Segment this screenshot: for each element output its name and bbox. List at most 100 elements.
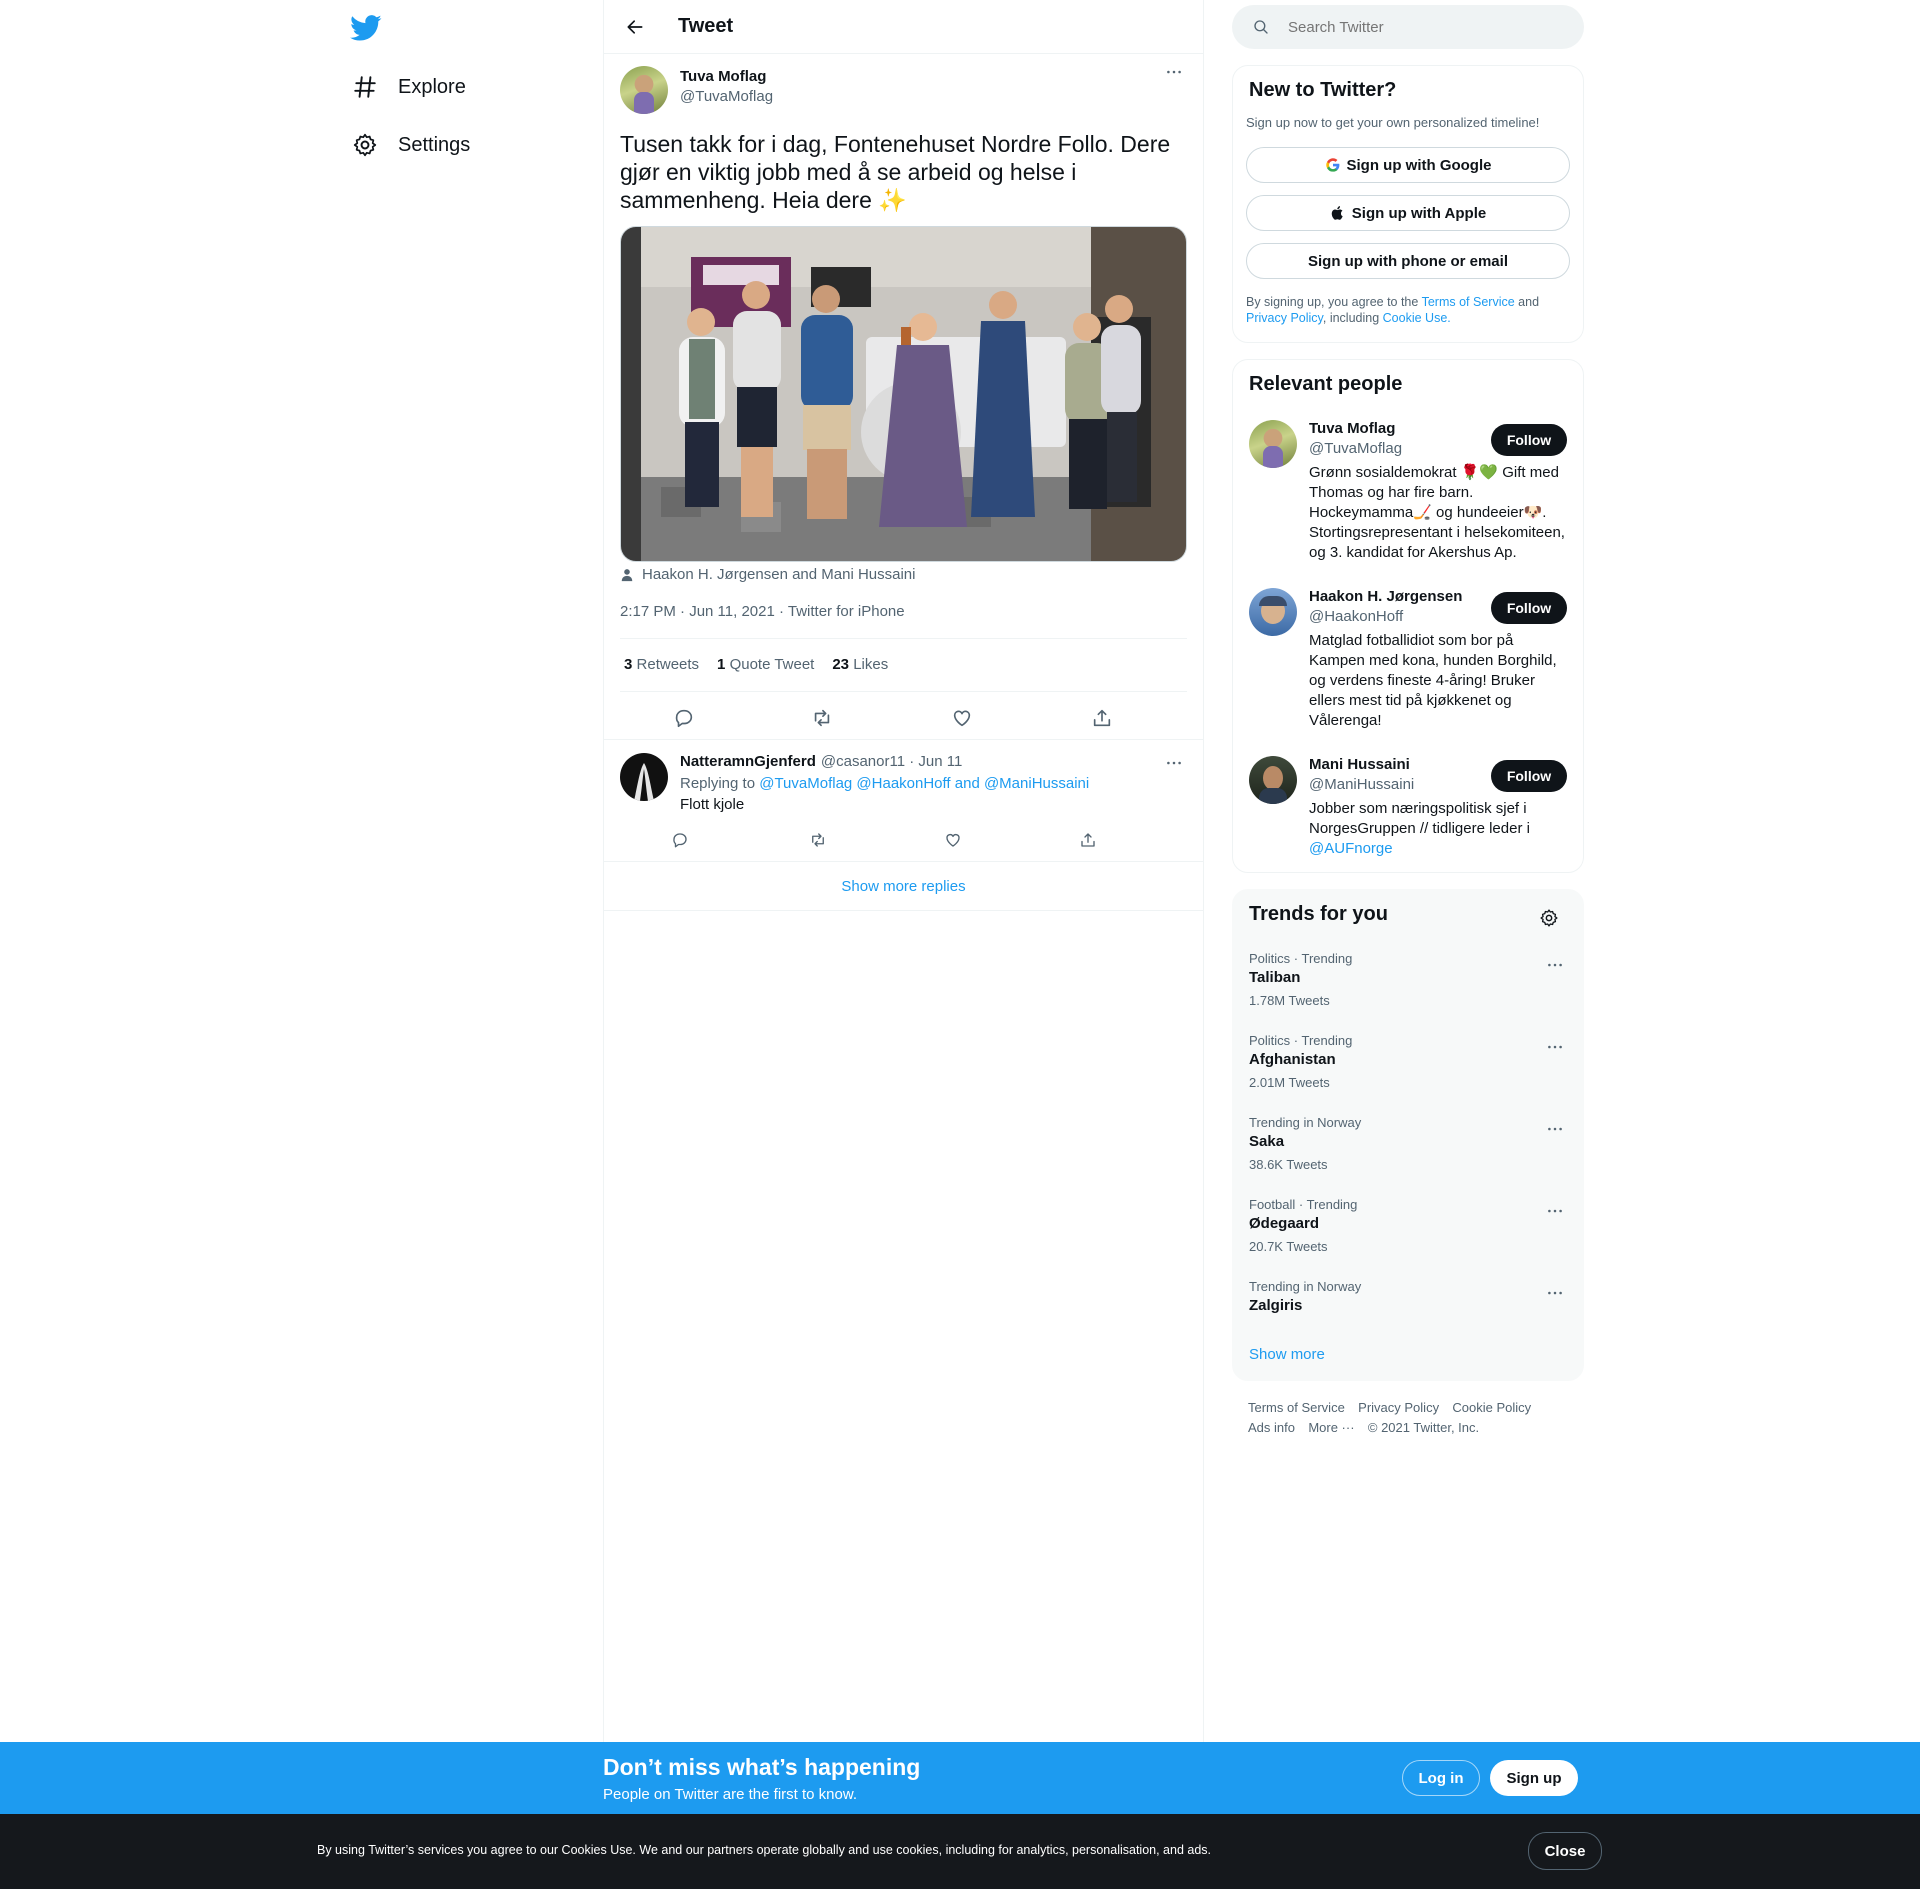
quote-tweets-stat[interactable]: 1 Quote Tweet [717, 656, 814, 673]
page-header: Tweet [604, 0, 1203, 54]
show-more-replies-link[interactable]: Show more replies [604, 862, 1203, 911]
main-tweet: Tuva Moflag @TuvaMoflag Tusen takk for i… [604, 54, 1203, 738]
divider [620, 691, 1187, 692]
retweets-stat[interactable]: 3 Retweets [624, 656, 699, 673]
tagged-people[interactable]: Haakon H. Jørgensen and Mani Hussaini [620, 566, 915, 583]
person-name[interactable]: Mani Hussaini [1309, 756, 1410, 773]
trends-card: Trends for you Politics · Trending Talib… [1232, 889, 1584, 1381]
trend-item[interactable]: Politics · Trending Taliban 1.78M Tweets [1233, 951, 1583, 1018]
follow-button[interactable]: Follow [1491, 424, 1567, 456]
person-handle[interactable]: @HaakonHoff [1309, 608, 1403, 625]
trends-show-more-link[interactable]: Show more [1249, 1346, 1325, 1363]
more-options-icon[interactable] [1543, 955, 1567, 975]
signup-card-title: New to Twitter? [1249, 79, 1397, 101]
footer-more-link[interactable]: More ··· [1308, 1420, 1354, 1435]
twitter-logo-icon[interactable] [350, 12, 382, 44]
more-options-icon[interactable] [1543, 1037, 1567, 1057]
trend-item[interactable]: Politics · Trending Afghanistan 2.01M Tw… [1233, 1033, 1583, 1100]
author-name[interactable]: Tuva Moflag [680, 68, 766, 85]
signup-button[interactable]: Sign up [1490, 1760, 1578, 1796]
trend-count: 1.78M Tweets [1249, 993, 1330, 1008]
trend-item[interactable]: Football · Trending Ødegaard 20.7K Tweet… [1233, 1197, 1583, 1264]
reply-meta: @casanor11 · Jun 11 [820, 753, 963, 770]
more-options-icon[interactable] [1160, 62, 1188, 82]
person-row[interactable]: Mani Hussaini @ManiHussaini Follow Jobbe… [1233, 756, 1583, 866]
share-icon [1093, 709, 1111, 727]
signup-apple-button[interactable]: Sign up with Apple [1246, 195, 1570, 231]
apple-logo-icon [1331, 206, 1343, 220]
trends-settings-button[interactable] [1533, 902, 1565, 934]
tweet-text: Tusen takk for i dag, Fontenehuset Nordr… [620, 131, 1171, 213]
share-button[interactable] [1084, 700, 1120, 736]
reply-header: NatteramnGjenferd @casanor11 · Jun 11 [680, 753, 962, 770]
person-name[interactable]: Tuva Moflag [1309, 420, 1395, 437]
trends-title: Trends for you [1249, 903, 1388, 925]
terms-link[interactable]: Terms of Service [1422, 295, 1515, 309]
trend-context: Politics · Trending [1249, 1033, 1353, 1048]
footer-privacy-link[interactable]: Privacy Policy [1358, 1400, 1439, 1415]
retweet-button[interactable] [804, 700, 840, 736]
signup-phone-email-button[interactable]: Sign up with phone or email [1246, 243, 1570, 279]
reply-tweet[interactable]: NatteramnGjenferd @casanor11 · Jun 11 Re… [604, 740, 1203, 862]
cookie-text: By using Twitter’s services you agree to… [317, 1843, 1212, 1857]
sidebar-footer: Terms of Service Privacy Policy Cookie P… [1248, 1398, 1578, 1438]
avatar[interactable] [1249, 756, 1297, 804]
footer-cookie-link[interactable]: Cookie Policy [1452, 1400, 1531, 1415]
trend-context: Trending in Norway [1249, 1279, 1362, 1294]
trend-item[interactable]: Trending in Norway Zalgiris [1233, 1279, 1583, 1346]
page-title: Tweet [678, 15, 734, 37]
tweet-timestamp[interactable]: 2:17 PM · Jun 11, 2021 · Twitter for iPh… [620, 603, 905, 620]
footer-ads-info-link[interactable]: Ads info [1248, 1420, 1295, 1435]
like-button[interactable] [939, 828, 967, 852]
person-row[interactable]: Tuva Moflag @TuvaMoflag Follow Grønn sos… [1233, 420, 1583, 570]
nav-item-explore[interactable]: Explore [340, 63, 478, 111]
avatar[interactable] [620, 753, 668, 801]
follow-button[interactable]: Follow [1491, 760, 1567, 792]
login-button[interactable]: Log in [1402, 1760, 1480, 1796]
person-row[interactable]: Haakon H. Jørgensen @HaakonHoff Follow M… [1233, 588, 1583, 738]
replying-to-links[interactable]: @TuvaMoflag @HaakonHoff and @ManiHussain… [759, 775, 1089, 792]
avatar[interactable] [620, 66, 668, 114]
reply-button[interactable] [666, 700, 702, 736]
author-handle[interactable]: @TuvaMoflag [680, 88, 773, 105]
retweet-button[interactable] [804, 828, 832, 852]
search-box[interactable] [1232, 5, 1584, 49]
person-handle[interactable]: @ManiHussaini [1309, 776, 1414, 793]
trend-context: Trending in Norway [1249, 1115, 1362, 1130]
tweet-photo[interactable] [620, 226, 1187, 562]
trend-name: Taliban [1249, 969, 1301, 986]
avatar[interactable] [1249, 588, 1297, 636]
heart-icon [946, 833, 960, 847]
footer-terms-link[interactable]: Terms of Service [1248, 1400, 1345, 1415]
heart-icon [953, 710, 971, 727]
more-options-icon[interactable] [1160, 753, 1188, 773]
share-button[interactable] [1074, 828, 1102, 852]
reply-button[interactable] [666, 828, 694, 852]
arrow-left-icon [627, 19, 643, 34]
more-options-icon[interactable] [1543, 1119, 1567, 1139]
nav-item-label: Settings [398, 133, 471, 156]
cookie-use-link[interactable]: Cookie Use. [1383, 311, 1451, 325]
more-options-icon[interactable] [1543, 1283, 1567, 1303]
nav-item-settings[interactable]: Settings [340, 121, 482, 169]
main-column: Tweet Tuva Moflag @TuvaMoflag Tusen takk… [603, 0, 1204, 1742]
relevant-people-card: Relevant people Tuva Moflag @TuvaMoflag … [1232, 359, 1584, 873]
trend-item[interactable]: Trending in Norway Saka 38.6K Tweets [1233, 1115, 1583, 1182]
likes-stat[interactable]: 23 Likes [832, 656, 888, 673]
more-options-icon[interactable] [1543, 1201, 1567, 1221]
share-icon [1081, 833, 1095, 847]
banner-subtitle: People on Twitter are the first to know. [603, 1786, 858, 1803]
person-name[interactable]: Haakon H. Jørgensen [1309, 588, 1462, 605]
group-photo-image [621, 227, 1186, 561]
avatar[interactable] [1249, 420, 1297, 468]
privacy-link[interactable]: Privacy Policy [1246, 311, 1323, 325]
bio-mention-link[interactable]: @AUFnorge [1309, 840, 1393, 857]
follow-button[interactable]: Follow [1491, 592, 1567, 624]
search-input[interactable] [1286, 17, 1550, 37]
reply-author-name[interactable]: NatteramnGjenferd [680, 753, 816, 770]
person-handle[interactable]: @TuvaMoflag [1309, 440, 1402, 457]
signup-google-button[interactable]: Sign up with Google [1246, 147, 1570, 183]
back-button[interactable] [618, 10, 652, 44]
like-button[interactable] [944, 700, 980, 736]
cookie-close-button[interactable]: Close [1528, 1832, 1602, 1870]
